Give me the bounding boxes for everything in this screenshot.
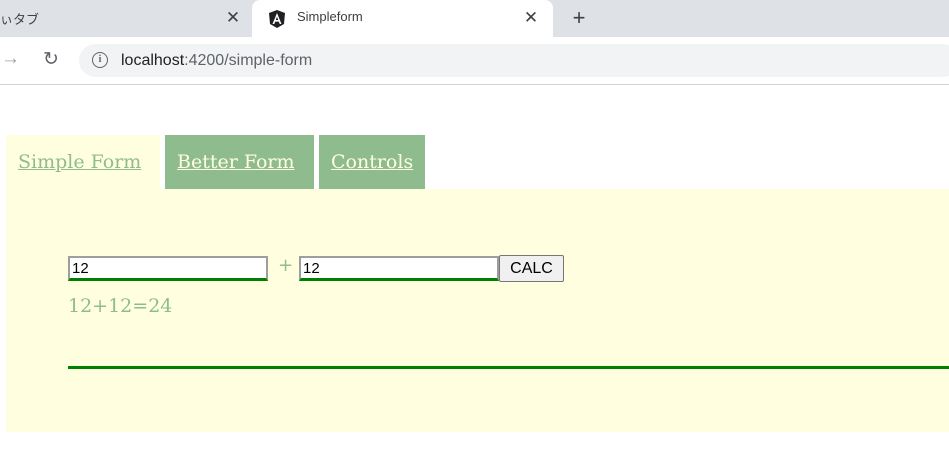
close-icon[interactable]: ✕ [224, 6, 242, 30]
reload-icon[interactable]: ↻ [40, 49, 62, 71]
browser-tab-simpleform[interactable]: Simpleform ✕ [252, 0, 553, 37]
url-host: localhost [121, 52, 185, 69]
first-number-input[interactable] [68, 256, 268, 281]
tab-controls[interactable]: Controls [319, 135, 425, 189]
second-number-input[interactable] [299, 256, 499, 281]
new-tab-plus-icon[interactable]: + [566, 5, 592, 31]
browser-tab-strip: ぃタブ ✕ Simpleform ✕ + [0, 0, 949, 37]
close-icon[interactable]: ✕ [522, 6, 540, 30]
url-path: :4200/simple-form [184, 52, 313, 69]
calc-button[interactable]: CALC [499, 255, 564, 282]
tab-better-form[interactable]: Better Form [165, 135, 314, 189]
calc-result: 12+12=24 [68, 295, 173, 317]
site-info-icon[interactable]: i [92, 52, 108, 68]
url-text[interactable]: localhost:4200/simple-form [121, 52, 312, 70]
address-bar[interactable]: i localhost:4200/simple-form [79, 44, 949, 77]
browser-tab-title: Simpleform [297, 9, 363, 24]
browser-toolbar: → ↻ i localhost:4200/simple-form [0, 37, 949, 85]
angular-logo-icon [269, 10, 285, 28]
simple-form-panel: + CALC 12+12=24 [6, 189, 949, 432]
divider-line [68, 366, 949, 369]
tab-simple-form[interactable]: Simple Form [6, 135, 160, 189]
forward-arrow-icon[interactable]: → [1, 49, 21, 69]
browser-tab-new[interactable]: ぃタブ ✕ [0, 0, 252, 37]
browser-tab-title: ぃタブ [0, 12, 40, 27]
plus-operator: + [278, 255, 294, 276]
